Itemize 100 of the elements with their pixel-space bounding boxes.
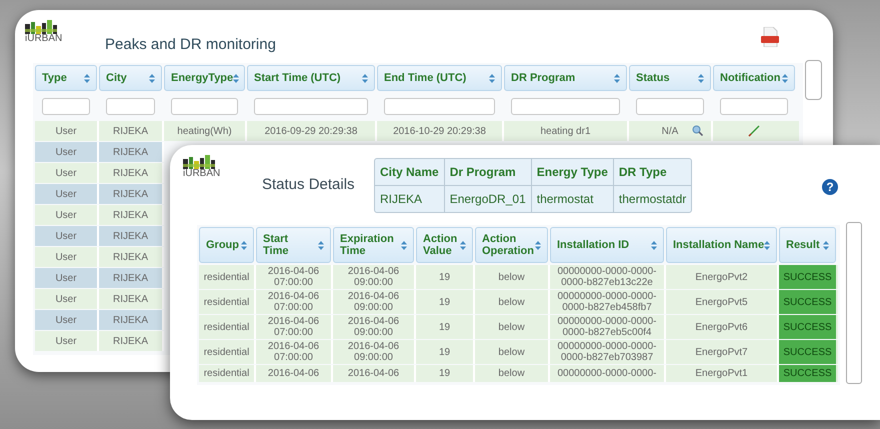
table-cell: below [498, 368, 525, 379]
table-cell: 2016-04-06 [348, 368, 400, 379]
table-cell-text: User [55, 166, 77, 180]
column-header[interactable]: Notification [713, 65, 795, 91]
table-row[interactable]: residential 2016-04-06 2016-04-06 19 below 00000000-0000-0000- EnergoPvt1 SUCCESS [199, 365, 838, 382]
sort-icon[interactable] [401, 240, 407, 250]
filter-field[interactable] [720, 98, 788, 114]
sort-icon[interactable] [782, 74, 788, 82]
table-cell: residential [204, 322, 250, 332]
sort-icon[interactable] [764, 240, 770, 250]
column-header[interactable]: Installation Name [666, 227, 777, 263]
table-cell: residential [204, 346, 250, 358]
table-cell: 2016-04-06 07:00:00 [268, 341, 320, 363]
sort-icon[interactable] [614, 74, 620, 82]
table-cell: 2016-04-06 07:00:00 [268, 291, 320, 313]
table-cell-text: User [55, 230, 77, 244]
filter-field[interactable] [254, 98, 368, 114]
table-cell: 2016-04-06 09:00:00 [348, 266, 400, 288]
table-cell: EnergoPvt1 [695, 368, 748, 379]
table-row[interactable]: User RIJEKA [35, 247, 164, 267]
table-cell-text: User [55, 188, 77, 202]
info-cell: EnergoDR_01 [444, 186, 531, 212]
column-header[interactable]: Start Time (UTC) [247, 65, 375, 91]
table-cell-text: RIJEKA [112, 166, 148, 180]
table-row[interactable]: User RIJEKA [35, 331, 164, 351]
sort-icon[interactable] [535, 240, 541, 250]
city-skyline-logo-icon [183, 155, 215, 169]
column-header[interactable]: Result [779, 227, 836, 263]
scrollbar-track[interactable] [846, 222, 862, 384]
help-button[interactable]: ? [822, 179, 838, 195]
column-header[interactable]: EnergyType [164, 65, 245, 91]
table-cell-text: 2016-09-29 20:29:38 [264, 124, 358, 138]
table-row[interactable]: User RIJEKA [35, 142, 164, 162]
filter-field[interactable] [384, 98, 495, 114]
table-cell-text: User [55, 250, 77, 264]
column-header[interactable]: End Time (UTC) [377, 65, 502, 91]
column-header[interactable]: Expiration Time [333, 227, 414, 263]
pencil-icon[interactable] [748, 125, 760, 137]
table-row[interactable]: User RIJEKA [35, 289, 164, 309]
sort-icon[interactable] [318, 240, 324, 250]
table-row[interactable]: User RIJEKA [35, 226, 164, 246]
table-cell-text: 2016-10-29 20:29:38 [393, 124, 486, 138]
table-row[interactable]: User RIJEKA [35, 163, 164, 183]
search-icon[interactable] [692, 125, 703, 136]
table-row[interactable]: residential 2016-04-06 07:00:00 2016-04-06 09:00:00 19 below 00000000-0000-0000- 0000-b827eb703987 EnergoPvt7 SUCCESS [199, 340, 838, 364]
filter-field[interactable] [511, 98, 620, 114]
sort-icon[interactable] [233, 74, 240, 82]
sort-icon[interactable] [84, 74, 90, 82]
result-badge: SUCCESS [779, 340, 836, 364]
table-row[interactable]: User RIJEKA heating(Wh) 2016-09-29 20:29:38 2016-10-29 20:29:38 heating dr1 N/A [35, 121, 799, 141]
table-cell: 19 [438, 368, 450, 379]
table-cell-text: heating(Wh) [177, 124, 232, 138]
sort-icon[interactable] [823, 240, 829, 250]
filter-field[interactable] [171, 98, 238, 114]
table-row[interactable]: residential 2016-04-06 07:00:00 2016-04-06 09:00:00 19 below 00000000-0000-0000- 0000-b827eb13c22e EnergoPvt2 SUCCESS [199, 265, 838, 289]
table-row[interactable]: User RIJEKA [35, 205, 164, 225]
table-cell: EnergoPvt6 [695, 322, 748, 332]
info-column-header: Dr Program [444, 159, 531, 186]
column-header[interactable]: Action Value [416, 227, 473, 263]
column-header[interactable]: Start Time [256, 227, 331, 263]
table-row[interactable]: User RIJEKA [35, 184, 164, 204]
sort-icon[interactable] [241, 240, 247, 250]
table-cell-text: User [55, 314, 77, 328]
sort-icon[interactable] [149, 74, 155, 82]
table-row[interactable]: residential 2016-04-06 07:00:00 2016-04-06 09:00:00 19 below 00000000-0000-0000- 0000-b827eb5c00f4 EnergoPvt6 SUCCESS [199, 315, 838, 339]
filter-field[interactable] [106, 98, 155, 114]
column-header[interactable]: DR Program [504, 65, 627, 91]
table-cell: 19 [438, 296, 450, 308]
column-header[interactable]: Type [35, 65, 97, 91]
filter-field[interactable] [636, 98, 704, 114]
table-cell: residential [204, 368, 250, 379]
filter-field[interactable] [42, 98, 90, 114]
table-cell: 19 [438, 272, 450, 282]
sort-icon[interactable] [489, 74, 495, 82]
sort-icon[interactable] [362, 74, 368, 82]
scrollbar-track[interactable] [805, 60, 822, 100]
table-row[interactable]: residential 2016-04-06 07:00:00 2016-04-06 09:00:00 19 below 00000000-0000-0000- 0000-b827eb458fb7 EnergoPvt5 SUCCESS [199, 290, 838, 314]
column-header[interactable]: Status [629, 65, 711, 91]
table-cell: 00000000-0000-0000- [558, 368, 656, 379]
table-cell-text: RIJEKA [112, 334, 148, 348]
table-cell: EnergoPvt5 [695, 296, 748, 308]
column-header[interactable]: Action Operation [475, 227, 548, 263]
table-cell: EnergoPvt2 [695, 272, 748, 282]
table-cell-text: N/A [662, 124, 678, 138]
info-column-header: DR Type [612, 159, 692, 186]
table-cell: residential [204, 296, 250, 308]
xls-export-icon[interactable] [761, 27, 779, 47]
column-header[interactable]: Group [199, 227, 254, 263]
table-cell-text: RIJEKA [112, 146, 148, 160]
table-row[interactable]: User RIJEKA [35, 310, 164, 330]
table-cell-text: RIJEKA [112, 250, 148, 264]
column-header[interactable]: Installation ID [550, 227, 664, 263]
column-header[interactable]: City [99, 65, 162, 91]
table-cell-text: RIJEKA [112, 208, 148, 222]
logo-text: iURBAN [25, 34, 62, 44]
table-row[interactable]: User RIJEKA [35, 268, 164, 288]
sort-icon[interactable] [698, 74, 704, 82]
info-cell: thermostatdr [612, 186, 692, 212]
sort-icon[interactable] [651, 240, 657, 250]
sort-icon[interactable] [460, 240, 466, 250]
